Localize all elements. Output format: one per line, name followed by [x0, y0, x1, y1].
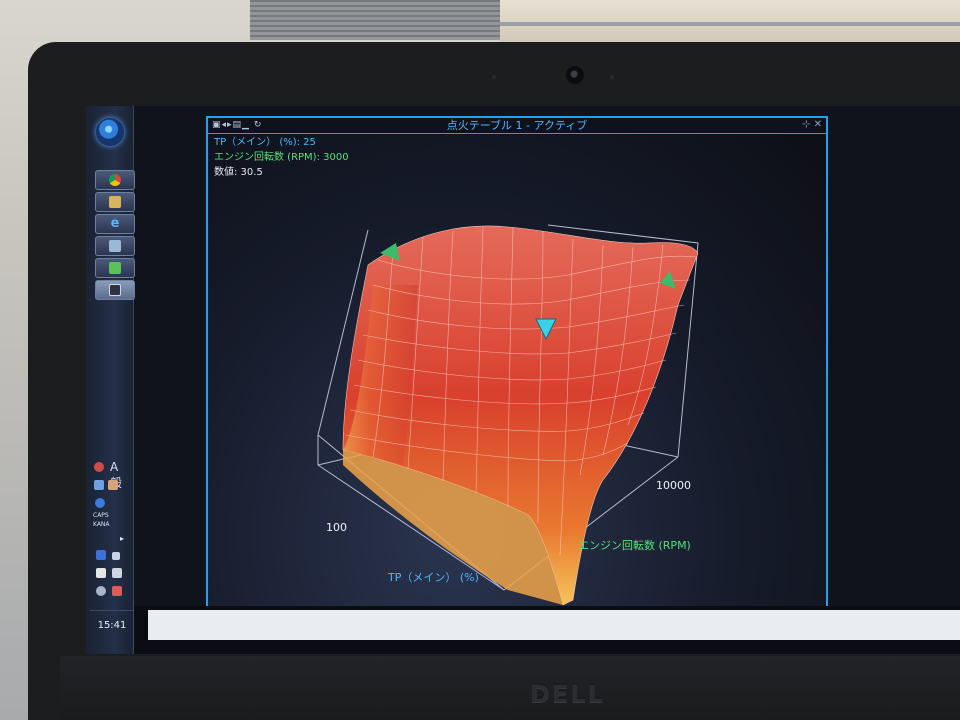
flag-icon[interactable] — [96, 568, 106, 578]
taskbar-app-ie[interactable]: e — [95, 214, 135, 234]
taskbar-app-chrome[interactable] — [95, 170, 135, 190]
rpm-readout: エンジン回転数 (RPM): 3000 — [214, 152, 349, 163]
battery-icon[interactable] — [112, 568, 122, 578]
webcam — [566, 66, 584, 84]
security-shield-icon[interactable] — [96, 550, 106, 560]
tp-axis-label: TP（メイン） (%) — [388, 571, 479, 584]
ime-icon[interactable] — [94, 462, 104, 472]
internet-explorer-icon: e — [110, 216, 120, 231]
taskbar-app-explorer[interactable] — [95, 192, 135, 212]
screen: e A 般 CAPS KANA ▸ 15:41 ▣◂▸▤▁ ↻ 点火テーブル 1… — [86, 106, 960, 654]
value-readout: 数値: 30.5 — [214, 167, 263, 178]
brand-logo: DELL — [530, 680, 605, 708]
laptop-bezel-bottom — [60, 656, 960, 720]
window-close-controls[interactable]: ⊹ ✕ — [802, 119, 822, 130]
tp-axis-tick: 100 — [326, 521, 347, 534]
surface-svg[interactable] — [208, 135, 826, 606]
tp-readout: TP（メイン） (%): 25 — [214, 137, 316, 148]
help-icon[interactable] — [95, 498, 105, 508]
caps-indicator: CAPS — [93, 512, 109, 519]
folder-icon — [109, 196, 121, 208]
window-titlebar[interactable]: ▣◂▸▤▁ ↻ 点火テーブル 1 - アクティブ ⊹ ✕ — [208, 118, 826, 134]
background-rack — [500, 0, 960, 45]
chrome-icon — [109, 174, 121, 186]
window-app-icon — [109, 240, 121, 252]
kana-indicator: KANA — [93, 521, 110, 528]
green-app-icon — [109, 262, 121, 274]
webcam-mic — [610, 75, 614, 79]
taskbar-app-window[interactable] — [95, 236, 135, 256]
webcam-indicator — [492, 75, 496, 79]
3d-surface-plot[interactable]: 100 10000 エンジン回転数 (RPM) TP（メイン） (%) — [208, 135, 826, 606]
ime-pad-icon[interactable] — [94, 480, 104, 490]
ime-tool-icon[interactable] — [108, 480, 118, 490]
network-icon[interactable] — [96, 586, 106, 596]
rpm-axis-label: エンジン回転数 (RPM) — [578, 539, 691, 552]
background-shelf — [250, 0, 500, 40]
tray-expand-icon[interactable]: ▸ — [120, 534, 124, 543]
taskbar-app-green[interactable] — [95, 258, 135, 278]
rpm-axis-tick: 10000 — [656, 479, 691, 492]
volume-muted-icon[interactable] — [112, 586, 122, 596]
lower-white-bar — [148, 610, 960, 640]
signal-icon[interactable] — [112, 552, 120, 560]
ignition-table-window: ▣◂▸▤▁ ↻ 点火テーブル 1 - アクティブ ⊹ ✕ 100 10000 エ… — [206, 116, 828, 608]
taskbar: e A 般 CAPS KANA ▸ 15:41 — [86, 106, 135, 654]
tuner-app-icon — [109, 284, 121, 296]
clock[interactable]: 15:41 — [90, 610, 134, 640]
start-button[interactable] — [96, 118, 124, 146]
window-title: 点火テーブル 1 - アクティブ — [446, 119, 588, 132]
taskbar-app-tuner-active[interactable] — [95, 280, 135, 300]
